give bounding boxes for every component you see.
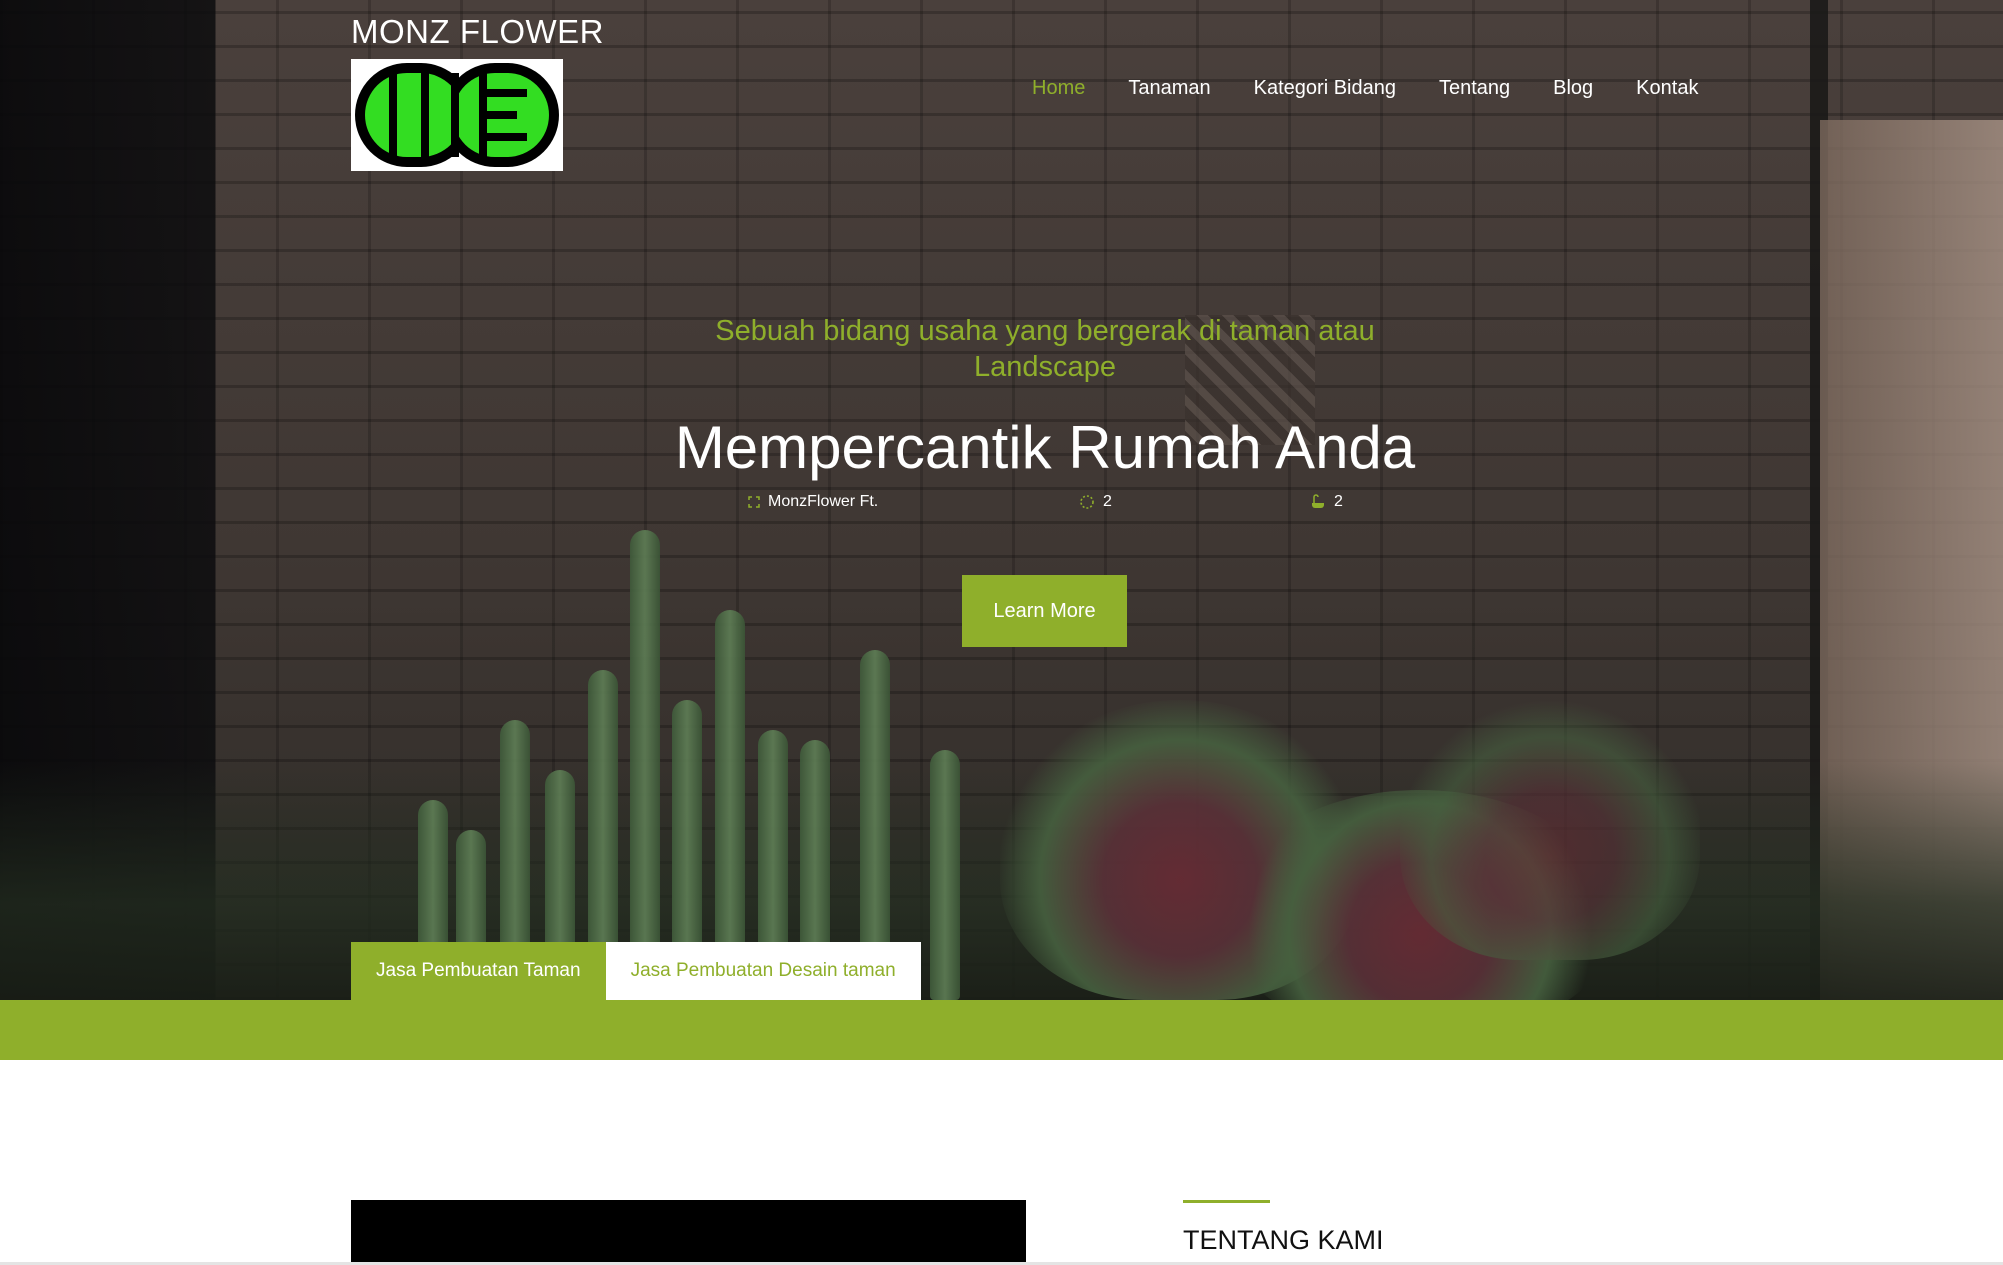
hero-subtitle: Sebuah bidang usaha yang bergerak di tam… — [715, 315, 1375, 383]
nav-item-kontak[interactable]: Kontak — [1636, 72, 1698, 104]
hero-meta-count-1: 2 — [1079, 491, 1112, 513]
hero-meta-count-2: 2 — [1310, 491, 1343, 513]
tab-content-band — [0, 1000, 2003, 1060]
hero-section: MONZ FLOWER Home Tanaman Kategori Bidang… — [0, 0, 2003, 1000]
site-title[interactable]: MONZ FLOWER — [351, 10, 604, 54]
nav-item-home[interactable]: Home — [1032, 72, 1085, 104]
hero-meta-count-1-text: 2 — [1103, 493, 1112, 510]
about-title: TENTANG KAMI — [1183, 1225, 1384, 1255]
hero-meta-author: MonzFlower Ft. — [748, 491, 878, 513]
nav-item-tentang[interactable]: Tentang — [1439, 72, 1510, 104]
nav-item-kategori-bidang[interactable]: Kategori Bidang — [1254, 72, 1396, 104]
hero-meta-author-text: MonzFlower Ft. — [768, 493, 879, 510]
brand-logo[interactable] — [351, 59, 563, 171]
hero-cactus — [930, 750, 960, 1000]
tab-jasa-pembuatan-desain-taman[interactable]: Jasa Pembuatan Desain taman — [605, 942, 921, 1000]
brand-logo-mark — [351, 59, 563, 171]
loading-icon — [1080, 495, 1094, 509]
bathtub-icon — [1312, 494, 1324, 508]
nav-item-tanaman[interactable]: Tanaman — [1128, 72, 1210, 104]
service-tabs: Jasa Pembuatan Taman Jasa Pembuatan Desa… — [351, 942, 921, 1000]
hero-meta-count-2-text: 2 — [1334, 493, 1343, 510]
about-divider — [1183, 1200, 1270, 1203]
learn-more-button[interactable]: Learn More — [962, 575, 1127, 647]
hero-bromeliad — [1400, 700, 1700, 960]
tab-jasa-pembuatan-taman[interactable]: Jasa Pembuatan Taman — [351, 942, 606, 1000]
hero-title: Mempercantik Rumah Anda — [674, 414, 1416, 481]
main-nav: Home Tanaman Kategori Bidang Tentang Blo… — [1032, 72, 1741, 104]
hero-cactus — [630, 530, 660, 1000]
about-video[interactable] — [351, 1200, 1026, 1265]
nav-item-blog[interactable]: Blog — [1553, 72, 1593, 104]
expand-icon — [748, 496, 760, 508]
